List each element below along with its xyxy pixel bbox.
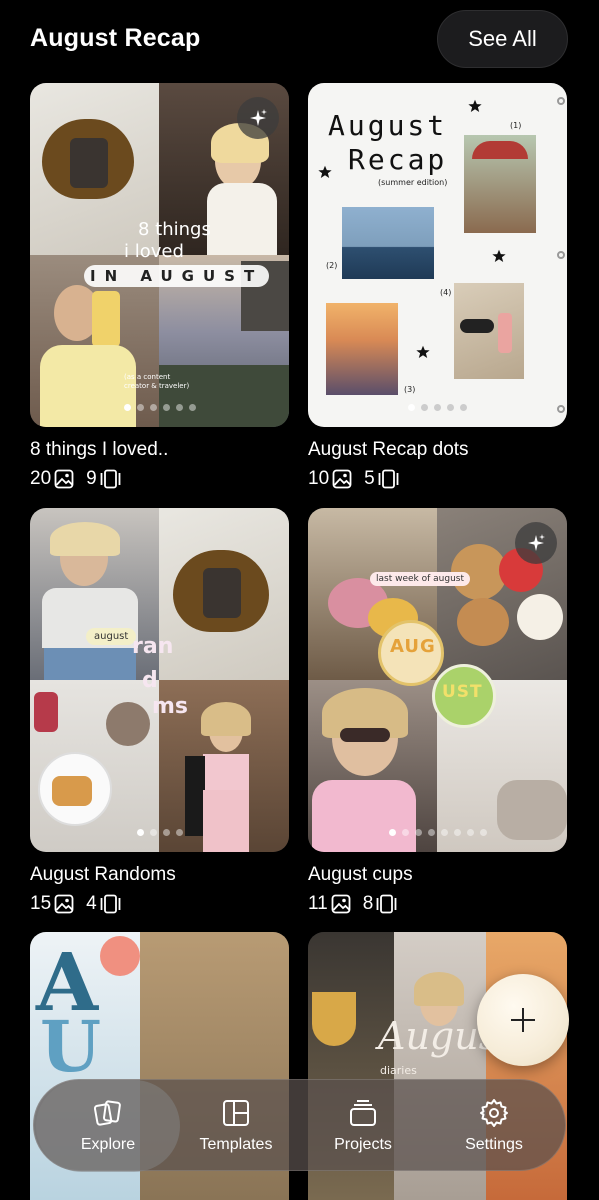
collage-num-4: (4): [440, 288, 452, 297]
page-dots: [308, 829, 567, 836]
nav-label: Explore: [80, 1136, 136, 1153]
project-card-8-things[interactable]: 8 things i loved IN AUGUST (as a content…: [30, 83, 289, 490]
image-count: 20: [30, 468, 52, 489]
project-thumbnail[interactable]: 8 things i loved IN AUGUST (as a content…: [30, 83, 289, 427]
see-all-button[interactable]: See All: [437, 10, 568, 68]
sticker-last-week: last week of august: [370, 572, 470, 586]
card-title: August cups: [308, 864, 413, 885]
photo-food-table: [30, 680, 159, 852]
explore-icon: [93, 1100, 121, 1126]
collage-title-2: Recap: [348, 143, 448, 176]
nav-templates[interactable]: Templates: [184, 1080, 288, 1172]
image-icon: [331, 894, 351, 914]
photo-umbrella: [464, 135, 536, 233]
page-dots: [30, 404, 289, 411]
card-meta: 20 9: [30, 468, 289, 490]
page-dots: [308, 404, 567, 411]
binder-ring: [557, 251, 565, 259]
image-count: 11: [308, 893, 328, 914]
slide-count: 9: [86, 468, 97, 489]
carousel-icon: [378, 469, 399, 489]
settings-icon: [480, 1099, 508, 1127]
card-meta: 10 5: [308, 468, 567, 490]
photo-sunset-drink: [326, 303, 398, 395]
nav-projects[interactable]: Projects: [316, 1080, 410, 1172]
star-icon: [416, 345, 430, 358]
binder-ring: [557, 97, 565, 105]
templates-icon: [223, 1100, 249, 1126]
sparkle-icon[interactable]: [237, 97, 279, 139]
plus-icon: [511, 1008, 535, 1032]
nav-explore[interactable]: Explore: [36, 1080, 180, 1172]
add-project-button[interactable]: [477, 974, 569, 1066]
carousel-icon: [100, 469, 121, 489]
collage-num-2: (2): [326, 261, 338, 270]
overlay-caption: (as a content creator & traveler): [124, 373, 190, 390]
collage-title-1: August: [328, 109, 448, 142]
image-count: 15: [30, 893, 52, 914]
photo-bag: [159, 508, 289, 680]
card-title: August Randoms: [30, 864, 176, 885]
star-icon: [468, 99, 482, 112]
collage-num-1: (1): [510, 121, 522, 130]
slide-count: 5: [364, 468, 375, 489]
project-card-cups[interactable]: last week of august AUG UST August cups …: [308, 508, 567, 915]
sticker-august: august: [86, 628, 137, 645]
bead-letters: IN AUGUST: [84, 265, 270, 287]
image-icon: [332, 469, 352, 489]
project-thumbnail[interactable]: last week of august AUG UST: [308, 508, 567, 852]
bottom-nav: Explore Templates Projects Settings: [33, 1079, 566, 1172]
collage-subtitle: (summer edition): [378, 178, 448, 187]
sparkle-icon[interactable]: [515, 522, 557, 564]
nav-label: Projects: [334, 1136, 392, 1153]
photo-sunglasses: [454, 283, 524, 379]
page-title: August Recap: [30, 24, 201, 52]
overlay-word-ms: ms: [152, 694, 189, 719]
image-count: 10: [308, 468, 330, 489]
photo-sunglasses-selfie: [308, 680, 437, 852]
star-icon: [318, 165, 332, 178]
project-thumbnail[interactable]: August Recap (summer edition) (1) (2) (4…: [308, 83, 567, 427]
overlay-word-ran: ran: [132, 634, 174, 659]
overlay-line2: i loved: [124, 241, 184, 262]
image-icon: [54, 894, 74, 914]
card-title: August Recap dots: [308, 439, 469, 460]
project-card-randoms[interactable]: august ran d ms August Randoms 15 4: [30, 508, 289, 915]
card-meta: 15 4: [30, 893, 289, 915]
header: August Recap See All: [0, 0, 599, 80]
nav-settings[interactable]: Settings: [444, 1080, 544, 1172]
collage-num-3: (3): [404, 385, 416, 394]
nav-label: Templates: [199, 1136, 273, 1153]
slide-count: 4: [86, 893, 97, 914]
image-icon: [54, 469, 74, 489]
carousel-icon: [376, 894, 397, 914]
project-card-recap-dots[interactable]: August Recap (summer edition) (1) (2) (4…: [308, 83, 567, 490]
project-thumbnail[interactable]: august ran d ms: [30, 508, 289, 852]
card-title: 8 things I loved..: [30, 439, 169, 460]
overlay-word-d: d: [142, 668, 158, 693]
card-meta: 11 8: [308, 893, 567, 915]
overlay-sub: diaries: [380, 1064, 417, 1077]
carousel-icon: [100, 894, 121, 914]
slide-count: 8: [362, 893, 374, 914]
projects-icon: [350, 1100, 376, 1126]
cup-letters-1: AUG: [390, 636, 436, 657]
photo-sailboat: [342, 207, 434, 279]
cup-letters-2: UST: [442, 682, 483, 702]
page-dots: [30, 829, 289, 836]
nav-label: Settings: [465, 1136, 523, 1153]
star-icon: [492, 249, 506, 262]
overlay-line1: 8 things: [138, 219, 211, 240]
